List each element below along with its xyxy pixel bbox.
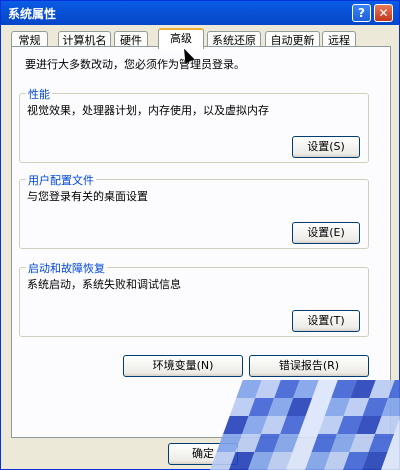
- performance-group: 性能 视觉效果，处理器计划，内存使用，以及虚拟内存 设置(S): [19, 86, 369, 163]
- performance-description: 视觉效果，处理器计划，内存使用，以及虚拟内存: [27, 104, 269, 117]
- title-bar[interactable]: 系统属性 ? ✕: [1, 1, 399, 25]
- performance-title: 性能: [26, 86, 52, 102]
- environment-variables-button[interactable]: 环境变量(N): [123, 355, 243, 377]
- help-button[interactable]: ?: [352, 4, 371, 22]
- error-reporting-button[interactable]: 错误报告(R): [249, 355, 369, 377]
- startup-recovery-description: 系统启动，系统失败和调试信息: [27, 278, 181, 291]
- startup-recovery-group: 启动和故障恢复 系统启动，系统失败和调试信息 设置(T): [19, 260, 369, 337]
- admin-notice: 要进行大多数改动，您必须作为管理员登录。: [25, 58, 245, 71]
- performance-settings-button[interactable]: 设置(S): [292, 136, 360, 158]
- user-profiles-title: 用户配置文件: [26, 172, 96, 188]
- user-profiles-settings-button[interactable]: 设置(E): [292, 222, 360, 244]
- user-profiles-description: 与您登录有关的桌面设置: [27, 190, 148, 203]
- window-title: 系统属性: [8, 7, 57, 21]
- startup-recovery-settings-button[interactable]: 设置(T): [292, 310, 360, 332]
- blue-watermark-mosaic: [210, 380, 400, 470]
- tab-advanced[interactable]: 高级: [158, 28, 204, 49]
- close-button[interactable]: ✕: [374, 4, 393, 22]
- startup-recovery-title: 启动和故障恢复: [26, 260, 107, 276]
- user-profiles-group: 用户配置文件 与您登录有关的桌面设置 设置(E): [19, 172, 369, 249]
